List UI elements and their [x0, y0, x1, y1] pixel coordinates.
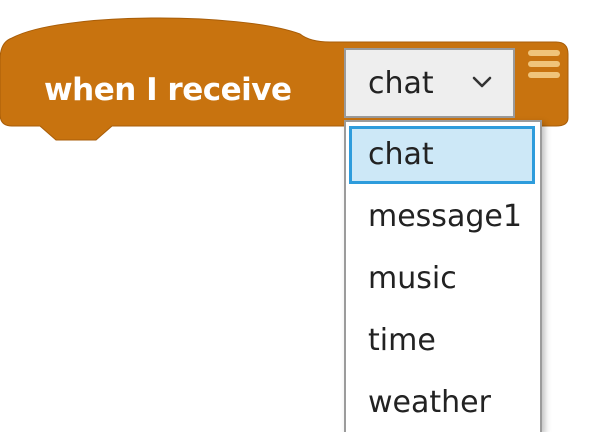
chevron-down-icon — [472, 76, 492, 88]
block-label: when I receive — [44, 72, 292, 108]
hamburger-menu-icon[interactable] — [528, 50, 560, 80]
message-dropdown-menu: chat message1 music time weather — [344, 120, 542, 432]
menu-item-music[interactable]: music — [349, 250, 535, 308]
menu-item-chat[interactable]: chat — [349, 126, 535, 184]
menu-icon-bar — [528, 72, 560, 78]
menu-item-message1[interactable]: message1 — [349, 188, 535, 246]
menu-icon-bar — [528, 61, 560, 67]
menu-item-time[interactable]: time — [349, 312, 535, 370]
message-dropdown-field[interactable]: chat — [344, 48, 515, 118]
menu-icon-bar — [528, 50, 560, 56]
dropdown-selected-value: chat — [368, 66, 434, 101]
menu-item-weather[interactable]: weather — [349, 374, 535, 432]
